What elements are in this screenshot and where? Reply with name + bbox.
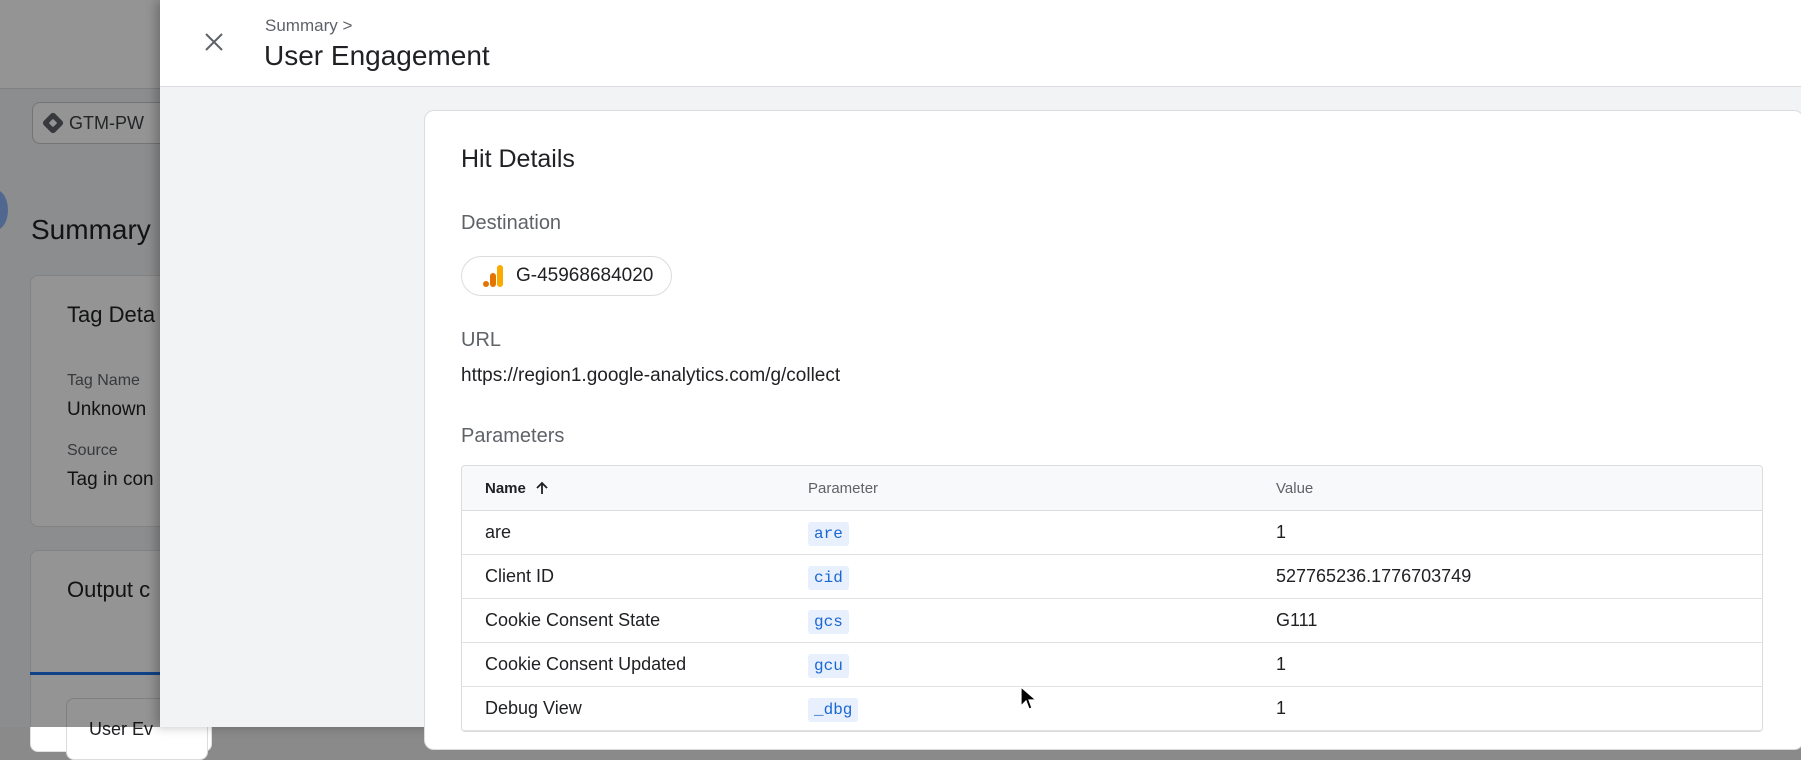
- panel-header: Summary > User Engagement: [160, 0, 1801, 87]
- row-parameter-cell: _dbg: [808, 698, 1276, 722]
- row-value: 1: [1276, 522, 1287, 542]
- parameter-column-header[interactable]: Parameter: [808, 480, 1276, 497]
- breadcrumb[interactable]: Summary >: [265, 16, 352, 36]
- row-parameter-cell: cid: [808, 566, 1276, 590]
- parameters-table: Name Parameter Value are are 1 Client ID…: [461, 465, 1763, 732]
- table-row: are are 1: [462, 511, 1762, 555]
- row-value: 527765236.1776703749: [1276, 566, 1472, 586]
- row-value: G111: [1276, 610, 1318, 630]
- close-button[interactable]: [194, 22, 234, 62]
- destination-label: Destination: [461, 212, 562, 234]
- table-row: Cookie Consent State gcs G111: [462, 599, 1762, 643]
- row-name: Debug View: [485, 698, 582, 718]
- hit-details-card: Hit Details Destination G-45968684020 UR…: [424, 110, 1801, 750]
- row-name: are: [485, 522, 512, 542]
- parameter-code: are: [808, 522, 849, 546]
- parameter-code: cid: [808, 566, 849, 590]
- url-label: URL: [461, 329, 502, 351]
- value-column-header[interactable]: Value: [1276, 480, 1762, 497]
- row-name: Cookie Consent State: [485, 610, 661, 630]
- close-icon: [205, 33, 223, 51]
- page-title: User Engagement: [264, 40, 490, 71]
- arrow-up-icon: [536, 481, 548, 494]
- row-name: Client ID: [485, 566, 555, 586]
- row-name: Cookie Consent Updated: [485, 654, 687, 674]
- row-parameter-cell: gcu: [808, 654, 1276, 678]
- hit-details-panel: Summary > User Engagement Hit Details De…: [160, 0, 1801, 750]
- name-header-label: Name: [485, 479, 526, 497]
- name-column-header[interactable]: Name: [462, 480, 808, 497]
- table-row: Cookie Consent Updated gcu 1: [462, 643, 1762, 687]
- parameter-code: gcu: [808, 654, 849, 678]
- row-parameter-cell: are: [808, 522, 1276, 546]
- mouse-cursor-icon: [1020, 686, 1038, 710]
- parameter-code: gcs: [808, 610, 849, 634]
- destination-id: G-45968684020: [516, 265, 654, 286]
- row-value: 1: [1276, 654, 1287, 674]
- row-value: 1: [1276, 698, 1287, 718]
- table-header: Name Parameter Value: [462, 466, 1762, 511]
- parameters-label: Parameters: [461, 425, 565, 447]
- url-value: https://region1.google-analytics.com/g/c…: [461, 365, 841, 386]
- row-parameter-cell: gcs: [808, 610, 1276, 634]
- table-row: Client ID cid 527765236.1776703749: [462, 555, 1762, 599]
- card-title: Hit Details: [461, 145, 575, 173]
- parameter-code: _dbg: [808, 698, 859, 722]
- analytics-icon: [483, 265, 503, 287]
- table-row: Debug View _dbg 1: [462, 687, 1762, 731]
- destination-chip[interactable]: G-45968684020: [461, 256, 673, 296]
